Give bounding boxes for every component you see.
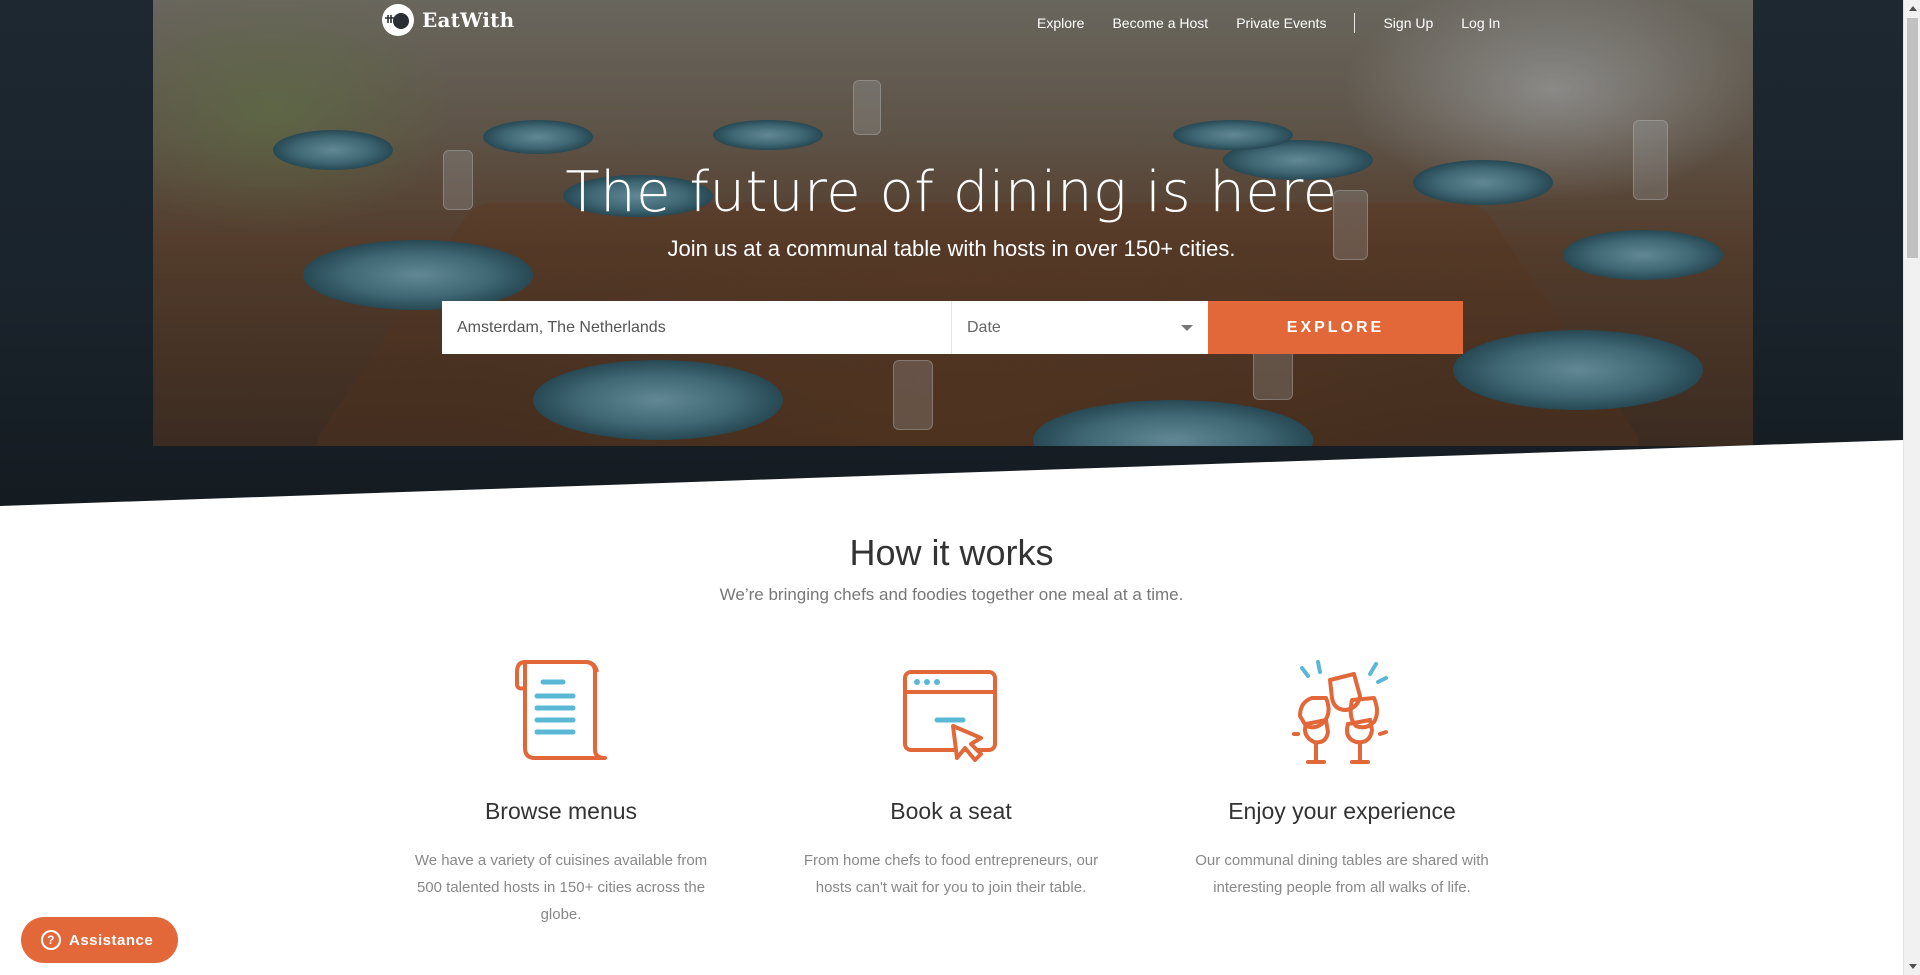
step-enjoy-experience: Enjoy your experience Our communal dinin…: [1192, 658, 1492, 901]
location-input[interactable]: Amsterdam, The Netherlands: [442, 301, 952, 354]
wine-toast-icon: [1192, 658, 1492, 768]
browser-click-icon: [801, 658, 1101, 768]
top-nav: EatWith Explore Become a Host Private Ev…: [0, 0, 1903, 46]
nav-divider: [1354, 13, 1356, 33]
nav-sign-up-link[interactable]: Sign Up: [1383, 15, 1433, 31]
date-select-placeholder: Date: [967, 318, 1001, 336]
scrollbar-thumb[interactable]: [1907, 18, 1918, 258]
logo-text: EatWith: [422, 8, 515, 32]
step-text: We have a variety of cuisines available …: [414, 852, 708, 923]
nav-explore-link[interactable]: Explore: [1037, 15, 1084, 31]
hero-title: The future of dining is here: [565, 160, 1338, 225]
assistance-button[interactable]: ? Assistance: [21, 917, 178, 963]
explore-button[interactable]: EXPLORE: [1208, 301, 1463, 354]
how-it-works-title: How it works: [849, 532, 1054, 573]
page: EatWith Explore Become a Host Private Ev…: [0, 0, 1903, 975]
step-browse-menus: Browse menus We have a variety of cuisin…: [411, 658, 711, 928]
hero: EatWith Explore Become a Host Private Ev…: [0, 0, 1903, 540]
date-select[interactable]: Date: [952, 301, 1208, 354]
assistance-label: Assistance: [69, 931, 154, 949]
step-title: Browse menus: [484, 798, 638, 824]
hero-diagonal-edge: [0, 440, 1903, 540]
step-title: Book a seat: [890, 798, 1012, 824]
nav-log-in-link[interactable]: Log In: [1461, 15, 1500, 31]
logo[interactable]: EatWith: [382, 4, 514, 36]
step-text: From home chefs to food entrepreneurs, o…: [803, 852, 1099, 896]
step-title: Enjoy your experience: [1228, 798, 1456, 824]
scroll-down-arrow-icon[interactable]: [1904, 958, 1920, 975]
step-book-a-seat: Book a seat From home chefs to food entr…: [801, 658, 1101, 901]
vertical-scrollbar[interactable]: [1903, 0, 1920, 975]
hero-subtitle: Join us at a communal table with hosts i…: [667, 236, 1236, 261]
step-text: Our communal dining tables are shared wi…: [1195, 852, 1489, 896]
how-it-works-subtitle: We’re bringing chefs and foodies togethe…: [719, 585, 1184, 604]
logo-plate-icon: [382, 4, 414, 36]
chevron-down-icon: [1181, 324, 1193, 331]
nav-private-events-link[interactable]: Private Events: [1236, 15, 1326, 31]
scroll-up-arrow-icon[interactable]: [1904, 0, 1920, 17]
location-input-value: Amsterdam, The Netherlands: [457, 318, 666, 336]
menu-scroll-icon: [411, 658, 711, 768]
question-circle-icon: ?: [41, 930, 61, 950]
search-bar: Amsterdam, The Netherlands Date EXPLORE: [442, 301, 1463, 354]
nav-become-host-link[interactable]: Become a Host: [1112, 15, 1208, 31]
